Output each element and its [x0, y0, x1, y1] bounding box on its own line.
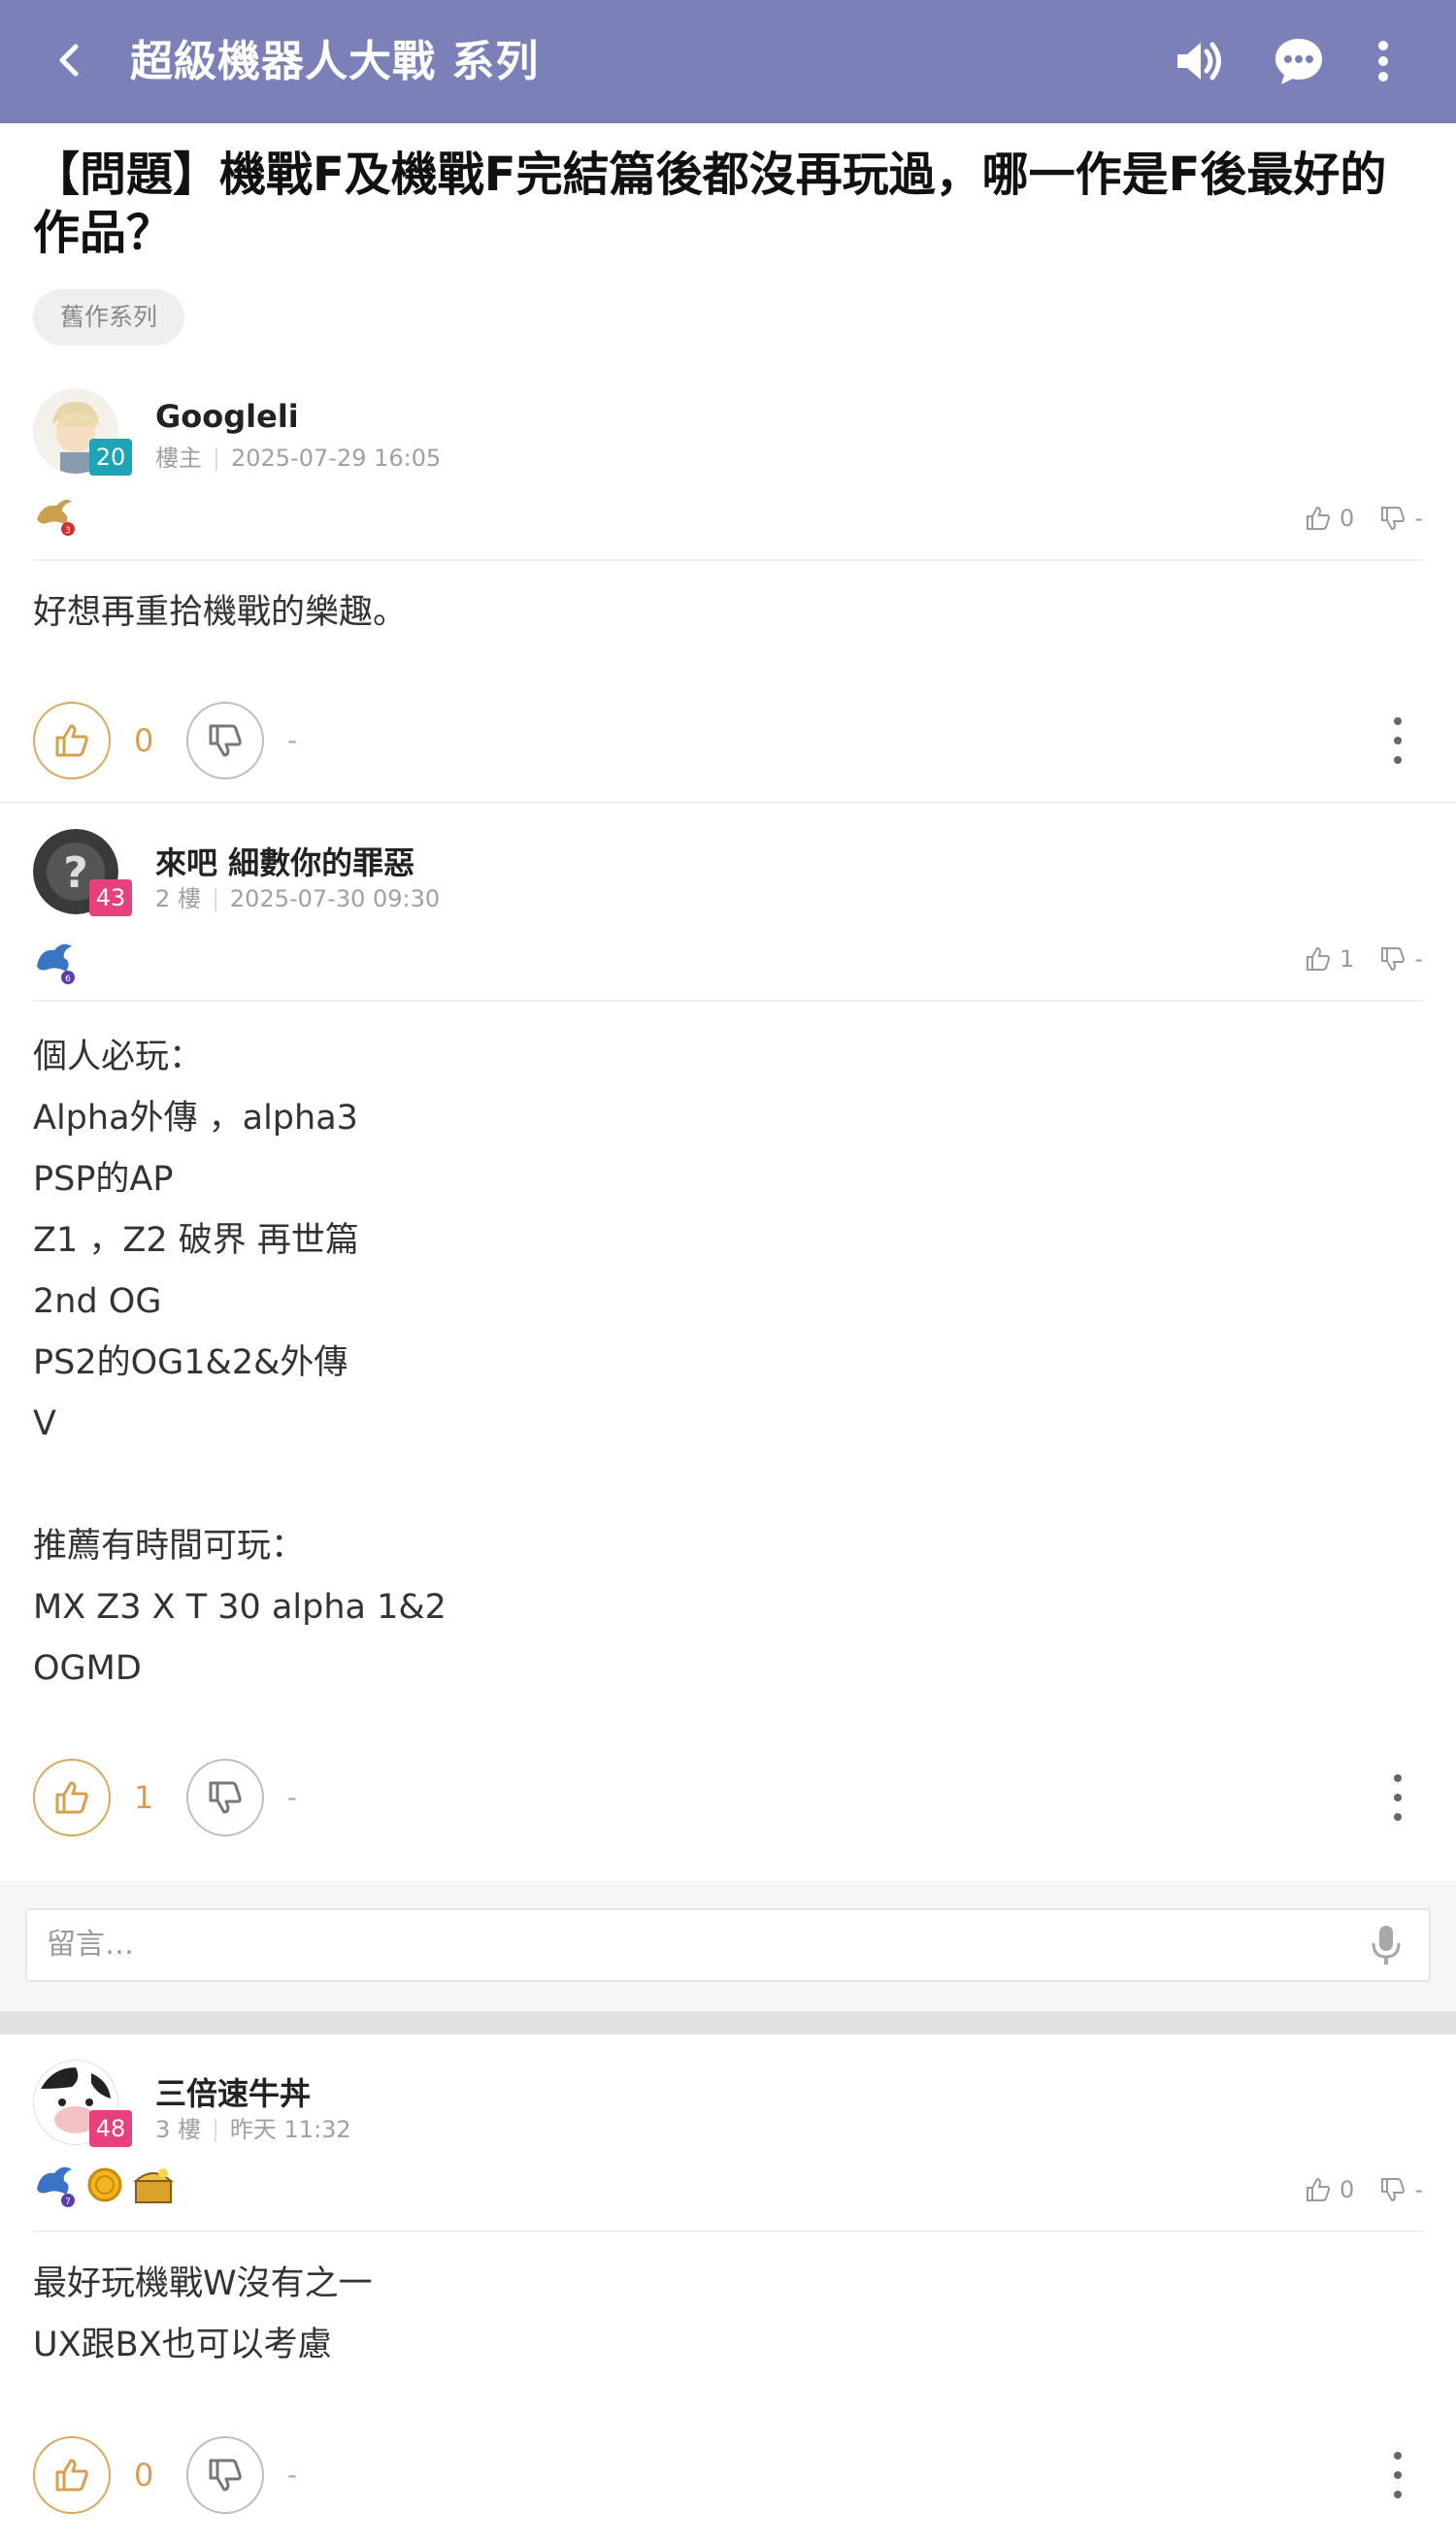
thumb-up-icon[interactable]	[1305, 2176, 1332, 2203]
medal-badges: 7	[33, 2161, 177, 2209]
post-time: 2025-07-29 16:05	[231, 445, 442, 472]
svg-text:7: 7	[65, 2197, 71, 2207]
dislike-button[interactable]	[186, 1759, 264, 1836]
thread-title: 【問題】機戰F及機戰F完結篇後都沒再玩過，哪一作是F後最好的作品？	[33, 148, 1387, 260]
post-more-icon[interactable]	[1386, 1774, 1409, 1821]
section-separator	[0, 2011, 1456, 2034]
post-more-icon[interactable]	[1386, 2452, 1409, 2498]
post-separator	[0, 802, 1456, 804]
app-bar-title: 超級機器人大戰 系列	[130, 37, 540, 86]
mini-up-count: 0	[1340, 2176, 1355, 2203]
post-more-icon[interactable]	[1386, 717, 1409, 764]
mini-vote-bar: 0 -	[1305, 2176, 1423, 2203]
like-button[interactable]	[33, 2436, 111, 2514]
post-meta: 3 樓 昨天 11:32	[155, 2110, 351, 2144]
svg-text:6: 6	[65, 975, 71, 984]
floor-label: 樓主	[155, 445, 202, 472]
comment-area: 留言…	[0, 1881, 1456, 2011]
thumb-down-icon	[209, 1781, 242, 1814]
post-meta: 樓主 2025-07-29 16:05	[155, 439, 441, 473]
post-meta: 2 樓 2025-07-30 09:30	[155, 879, 440, 913]
mini-down-count: -	[1414, 2176, 1423, 2203]
thumb-down-icon[interactable]	[1379, 945, 1406, 973]
post-actions: 0 -	[33, 702, 1423, 779]
thumb-up-icon	[55, 2459, 88, 2492]
post-time: 昨天 11:32	[229, 2116, 351, 2143]
thumb-up-icon[interactable]	[1305, 505, 1332, 532]
like-button[interactable]	[33, 702, 111, 779]
username[interactable]: 來吧 細數你的罪惡	[155, 839, 414, 883]
thumb-up-icon	[55, 1781, 88, 1814]
thumb-down-icon	[209, 724, 242, 757]
divider	[33, 559, 1423, 561]
chat-bubble-icon[interactable]	[1267, 29, 1331, 93]
like-count: 1	[134, 1779, 154, 1816]
comment-placeholder: 留言…	[47, 1928, 134, 1962]
app-bar: 超級機器人大戰 系列	[0, 0, 1456, 123]
post-time: 2025-07-30 09:30	[229, 885, 441, 912]
coin-medal-icon	[87, 2167, 122, 2202]
dragon-medal-icon: 6	[37, 943, 75, 984]
medal-badges: 3	[33, 489, 80, 538]
dragon-medal-icon: 7	[37, 2166, 75, 2207]
medal-badges: 6	[33, 938, 80, 986]
svg-text:3: 3	[65, 526, 71, 536]
like-count: 0	[134, 722, 154, 759]
microphone-icon[interactable]	[1363, 1922, 1409, 1968]
thumb-up-icon	[55, 724, 88, 757]
dragon-medal-icon: 3	[37, 499, 75, 536]
post-actions: 1 -	[33, 1759, 1423, 1836]
post-content: 最好玩機戰W沒有之一 UX跟BX也可以考慮	[33, 2264, 373, 2364]
floor-label: 2 樓	[155, 885, 201, 912]
thumb-down-icon[interactable]	[1379, 505, 1406, 532]
divider	[33, 2230, 1423, 2232]
mini-vote-bar: 1 -	[1305, 945, 1423, 973]
comment-input[interactable]: 留言…	[25, 1908, 1431, 1982]
more-vert-icon[interactable]	[1351, 29, 1415, 93]
like-button[interactable]	[33, 1759, 111, 1836]
thumb-down-icon[interactable]	[1379, 2176, 1406, 2203]
post-content: 好想再重拾機戰的樂趣。	[33, 593, 408, 632]
dislike-button[interactable]	[186, 702, 264, 779]
back-arrow-icon[interactable]	[43, 33, 97, 87]
svg-text:?: ?	[63, 848, 88, 898]
post-actions: 0 -	[33, 2436, 1423, 2514]
mini-up-count: 0	[1340, 505, 1355, 532]
dislike-count: -	[287, 1781, 298, 1813]
mini-down-count: -	[1414, 945, 1423, 973]
level-badge: 43	[89, 879, 132, 916]
username[interactable]: Googleli	[155, 398, 299, 435]
dislike-button[interactable]	[186, 2436, 264, 2514]
mini-up-count: 1	[1340, 945, 1355, 973]
thumb-up-icon[interactable]	[1305, 945, 1332, 973]
level-badge: 20	[89, 439, 132, 476]
username[interactable]: 三倍速牛丼	[155, 2069, 311, 2114]
speaker-icon[interactable]	[1167, 29, 1231, 93]
mini-down-count: -	[1414, 505, 1423, 532]
like-count: 0	[134, 2457, 154, 2494]
dislike-count: -	[287, 2459, 298, 2491]
divider	[33, 1000, 1423, 1002]
floor-label: 3 樓	[155, 2116, 201, 2143]
treasure-medal-icon	[133, 2168, 174, 2203]
level-badge: 48	[89, 2110, 132, 2147]
mini-vote-bar: 0 -	[1305, 505, 1423, 532]
thumb-down-icon	[209, 2459, 242, 2492]
category-tag[interactable]: 舊作系列	[33, 289, 185, 346]
dislike-count: -	[287, 724, 298, 756]
post-content: 個人必玩： Alpha外傳 ，alpha3 PSP的AP Z1 ，Z2 破界 再…	[33, 1038, 447, 1688]
